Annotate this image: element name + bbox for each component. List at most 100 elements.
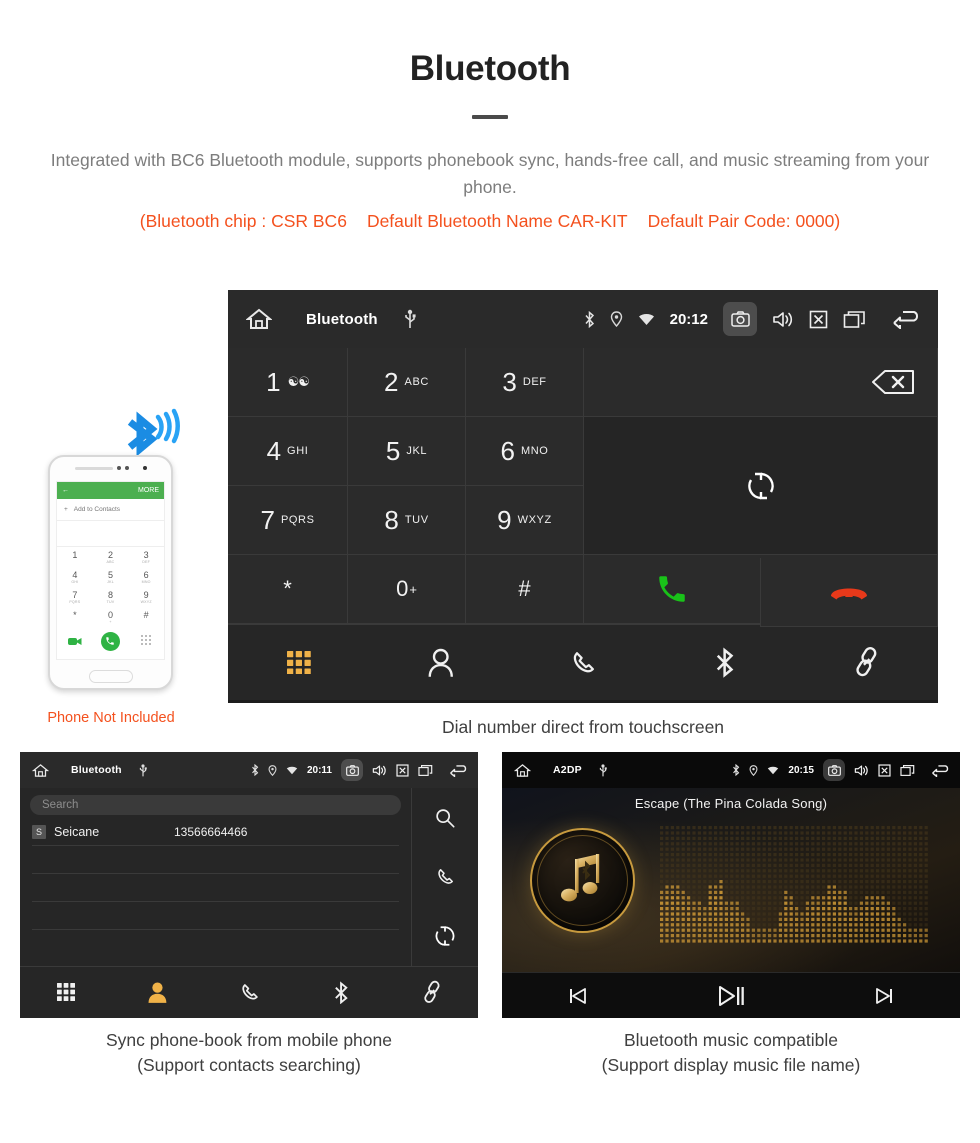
back-icon[interactable]	[448, 764, 470, 777]
voicemail-glyph: ☯☯	[287, 374, 310, 389]
usb-icon	[139, 763, 147, 777]
music-controls[interactable]	[502, 972, 960, 1018]
nav-call-log[interactable]	[512, 648, 654, 678]
back-icon[interactable]	[930, 764, 952, 777]
phone-earpiece	[50, 457, 171, 479]
dial-key-6[interactable]: 6 MNO	[466, 417, 584, 486]
dial-key-0[interactable]: 0 +	[348, 555, 466, 624]
dial-key-1[interactable]: 1 ☯☯	[228, 348, 348, 417]
nav-pair-link[interactable]	[386, 980, 478, 1005]
phone-illo-key-digit: 4	[72, 570, 78, 580]
play-pause-icon[interactable]	[655, 984, 808, 1008]
dial-key-digit: 8	[384, 505, 399, 535]
phone-call-button	[100, 631, 120, 651]
phone-illo-key-digit: 8	[107, 590, 113, 600]
redial-button[interactable]	[584, 417, 938, 555]
page-root: Bluetooth Integrated with BC6 Bluetooth …	[0, 0, 980, 1143]
phone-illo-key-digit: 1	[72, 550, 78, 560]
phone-illo-key-2: 2 ABC	[93, 547, 129, 567]
search-icon[interactable]	[434, 807, 456, 829]
volume-icon[interactable]	[854, 764, 869, 777]
dial-key-digit: 7	[260, 505, 275, 535]
bluetooth-icon	[732, 764, 740, 776]
back-icon[interactable]	[890, 309, 924, 329]
nav-bluetooth[interactable]	[654, 647, 796, 678]
dial-key-digit: 2	[384, 367, 399, 397]
nav-pair-link[interactable]	[796, 646, 938, 679]
dial-key-5[interactable]: 5 JKL	[348, 417, 466, 486]
phone-illo-key-letters: JKL	[107, 580, 114, 584]
camera-icon[interactable]	[723, 302, 757, 336]
dial-key-7[interactable]: 7 PQRS	[228, 486, 348, 555]
key-letters: GHI	[287, 445, 309, 457]
dial-key-4[interactable]: 4 GHI	[228, 417, 348, 486]
recents-icon[interactable]	[843, 310, 866, 329]
nav-contacts[interactable]	[370, 648, 512, 678]
dial-key-digit: 0	[396, 576, 409, 601]
key-letters: TUV	[404, 514, 429, 526]
plus-icon: +	[64, 506, 68, 513]
hangup-button[interactable]	[760, 558, 938, 627]
dial-key-2[interactable]: 2 ABC	[348, 348, 466, 417]
dial-key-8[interactable]: 8 TUV	[348, 486, 466, 555]
recents-icon[interactable]	[418, 764, 433, 777]
spec-line: (Bluetooth chip : CSR BC6 Default Bluetoo…	[0, 208, 980, 234]
recents-icon[interactable]	[900, 764, 915, 777]
previous-icon[interactable]	[502, 986, 655, 1006]
nav-keypad[interactable]	[228, 650, 370, 675]
close-box-icon[interactable]	[809, 310, 828, 329]
dialer-caption: Dial number direct from touchscreen	[441, 717, 725, 737]
close-box-icon[interactable]	[396, 763, 409, 777]
dial-key-3[interactable]: 3 DEF	[466, 348, 584, 417]
home-icon[interactable]	[32, 763, 49, 778]
next-icon[interactable]	[807, 986, 960, 1006]
dialer-status-bar: Bluetooth 20:12	[228, 290, 938, 348]
contact-search-row[interactable]: Search	[20, 788, 411, 818]
dial-key-digit: 6	[500, 436, 515, 466]
phone-icon[interactable]	[434, 866, 456, 888]
close-box-icon[interactable]	[878, 763, 891, 777]
music-album-art	[530, 828, 635, 933]
dial-key-digit: 4	[266, 436, 282, 466]
search-input[interactable]: Search	[30, 795, 401, 815]
dial-key-hash[interactable]: #	[466, 555, 584, 624]
camera-icon[interactable]	[341, 759, 363, 781]
phone-illo-key-4: 4 GHI	[57, 567, 93, 587]
phone-not-included-note: Phone Not Included	[47, 710, 175, 726]
nav-call-log[interactable]	[203, 981, 295, 1004]
phone-more-label: MORE	[138, 487, 159, 494]
contact-initial-badge: S	[32, 824, 46, 839]
dialer-title: Bluetooth	[306, 310, 378, 328]
phone-illo-key-digit: 6	[143, 570, 149, 580]
music-caption-line1: Bluetooth music compatible	[624, 1030, 838, 1050]
table-row[interactable]: S Seicane 13566664466	[32, 818, 399, 846]
dialer-bottom-nav[interactable]	[228, 624, 938, 700]
nav-contacts[interactable]	[112, 981, 204, 1004]
nav-bluetooth[interactable]	[295, 981, 387, 1005]
phone-illo-key-letters	[74, 560, 75, 564]
volume-icon[interactable]	[372, 764, 387, 777]
home-icon[interactable]	[514, 763, 531, 778]
phonebook-side-actions[interactable]	[412, 788, 478, 966]
phone-illo-key-6: 6 MNO	[128, 567, 164, 587]
dialer-clock: 20:12	[669, 310, 708, 328]
phonebook-status-bar: Bluetooth 20:11	[20, 752, 478, 788]
sync-icon	[746, 471, 776, 501]
camera-icon[interactable]	[823, 759, 845, 781]
phone-illo-key-#: #	[128, 607, 164, 627]
sync-icon[interactable]	[434, 925, 456, 947]
backspace-icon[interactable]	[871, 369, 915, 395]
link-icon	[421, 980, 444, 1005]
dial-key-star[interactable]: *	[228, 555, 348, 624]
spec-name: Default Bluetooth Name CAR-KIT	[366, 210, 628, 231]
contact-list[interactable]: S Seicane 13566664466	[20, 818, 411, 930]
dialed-number-display[interactable]	[584, 348, 938, 417]
dial-key-digit: 3	[502, 367, 517, 397]
home-icon[interactable]	[246, 307, 272, 331]
volume-icon[interactable]	[772, 310, 794, 329]
phonebook-bottom-nav[interactable]	[20, 966, 478, 1018]
dial-key-9[interactable]: 9 WXYZ	[466, 486, 584, 555]
nav-keypad[interactable]	[20, 983, 112, 1002]
table-row-empty	[32, 902, 399, 930]
contact-number: 13566664466	[174, 824, 248, 839]
